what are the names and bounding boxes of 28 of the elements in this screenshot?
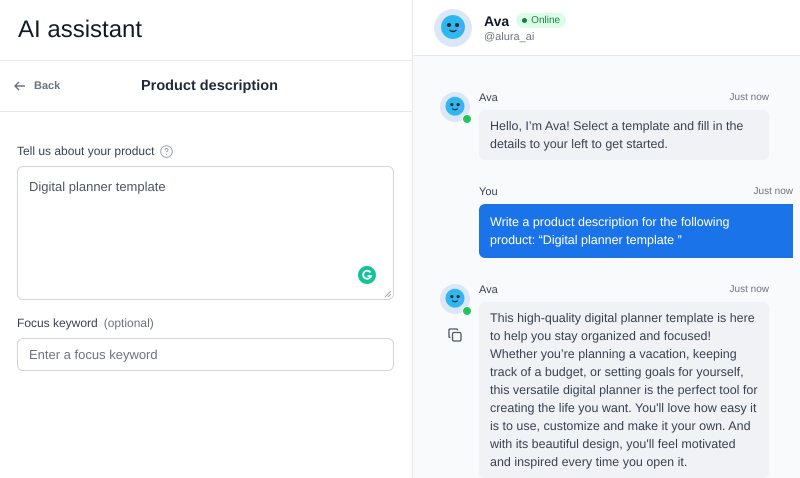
arrow-left-icon xyxy=(14,81,26,91)
robot-avatar-icon xyxy=(440,284,470,314)
message-time: Just now xyxy=(730,92,769,104)
grammar-check-icon[interactable] xyxy=(358,266,376,284)
message-bubble: Hello, I’m Ava! Select a template and fill in the details to your left to get started. xyxy=(479,110,769,160)
message-bubble: Write a product description for the following product: “Digital planner template ” xyxy=(479,204,793,258)
robot-avatar-icon xyxy=(440,92,470,122)
product-text-area[interactable]: Digital planner template xyxy=(17,166,394,300)
sender-name: Ava xyxy=(479,284,498,296)
copy-icon[interactable] xyxy=(448,328,462,342)
field-label: Tell us about your product xyxy=(17,144,154,158)
help-icon[interactable] xyxy=(160,144,174,158)
field-label: Focus keyword xyxy=(17,316,98,330)
robot-avatar-icon xyxy=(434,8,472,46)
resize-handle-icon[interactable] xyxy=(385,291,391,297)
message-time: Just now xyxy=(730,284,769,296)
optional-hint: (optional) xyxy=(104,316,154,330)
status-badge: Online xyxy=(516,13,566,28)
sender-name: You xyxy=(479,186,498,198)
message-bubble: This high-quality digital planner template is here to help you stay organized and focused! Whether you’re planning a vacation, keeping track of a budget, or setting goals for yourself, this versatile digital planner is the perfect tool for creating the life you want. You'll love how easy it is to use, customize and make it your own. And with its beautiful design, you'll feel motivated and inspired every time you open it. xyxy=(479,302,769,478)
back-link[interactable]: Back xyxy=(14,80,60,92)
app-title: AI assistant xyxy=(18,16,142,44)
assistant-handle: @alura_ai xyxy=(484,30,536,42)
keyword-input[interactable]: Enter a focus keyword xyxy=(17,338,394,371)
assistant-name: Ava xyxy=(484,12,510,28)
message-time: Just now xyxy=(754,186,793,198)
form-title: Product description xyxy=(141,78,278,94)
sender-name: Ava xyxy=(479,92,498,104)
